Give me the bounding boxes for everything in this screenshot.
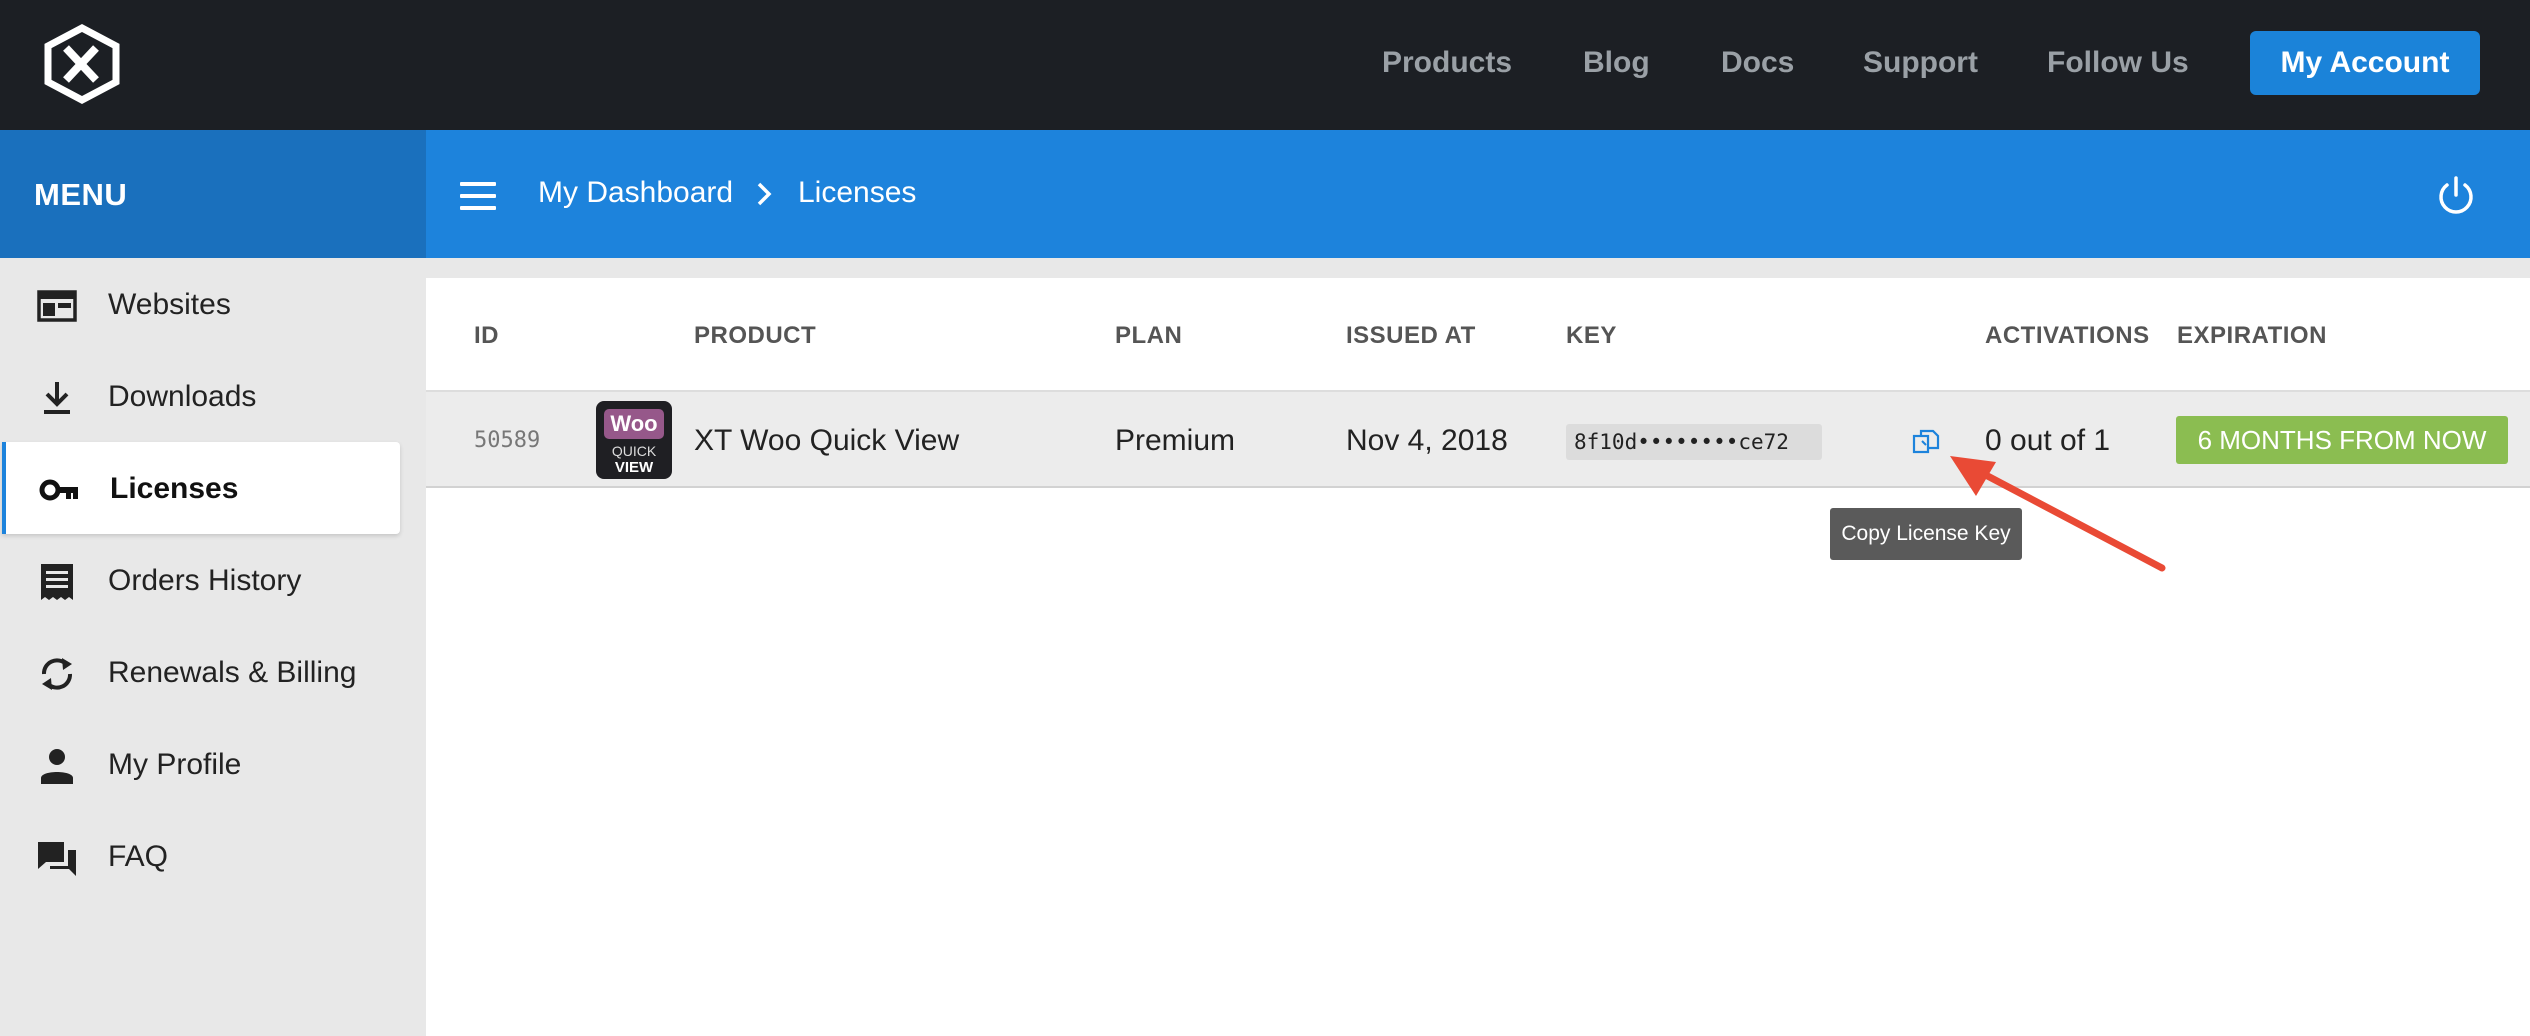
column-header-id[interactable]: ID	[474, 322, 499, 350]
column-header-issued-at[interactable]: ISSUED AT	[1346, 322, 1476, 350]
menu-header: MENU	[0, 130, 426, 258]
copy-icon[interactable]	[1912, 428, 1940, 456]
product-name: XT Woo Quick View	[694, 424, 960, 457]
sidebar-item-label: Renewals & Billing	[108, 656, 357, 689]
person-icon	[41, 749, 73, 784]
sidebar-item-orders-history[interactable]: Orders History	[0, 534, 400, 626]
chat-bubbles-icon	[38, 842, 76, 876]
license-id: 50589	[474, 428, 541, 453]
sidebar-item-renewals-billing[interactable]: Renewals & Billing	[0, 626, 400, 718]
breadcrumb-current: Licenses	[798, 176, 917, 209]
sidebar-item-label: FAQ	[108, 840, 169, 873]
hamburger-menu-icon[interactable]	[460, 182, 496, 210]
column-header-product[interactable]: PRODUCT	[694, 322, 816, 350]
product-logo-view: VIEW	[614, 459, 654, 476]
my-account-button[interactable]: My Account	[2250, 31, 2480, 95]
issued-date: Nov 4, 2018	[1346, 424, 1508, 457]
product-logo-quick: QUICK	[611, 443, 657, 459]
nav-follow-us-link[interactable]: Follow Us	[2047, 46, 2189, 80]
nav-docs-link[interactable]: Docs	[1721, 46, 1794, 80]
top-navbar: Products Blog Docs Support Follow Us My …	[0, 0, 2530, 130]
red-annotation-arrow-icon	[1950, 456, 2166, 572]
sidebar-item-label: My Profile	[108, 748, 242, 781]
nav-blog-link[interactable]: Blog	[1583, 46, 1650, 80]
power-logout-icon[interactable]	[2434, 174, 2478, 218]
product-logo-woo: Woo	[604, 409, 664, 439]
sidebar-item-label: Websites	[108, 288, 231, 321]
sidebar-item-label: Licenses	[110, 472, 239, 505]
receipt-icon	[41, 564, 73, 600]
column-header-plan[interactable]: PLAN	[1115, 322, 1182, 350]
sidebar-item-faq[interactable]: FAQ	[0, 810, 400, 902]
column-header-activations[interactable]: ACTIVATIONS	[1985, 322, 2150, 350]
nav-support-link[interactable]: Support	[1863, 46, 1978, 80]
plan-name: Premium	[1115, 424, 1236, 457]
sidebar-item-my-profile[interactable]: My Profile	[0, 718, 400, 810]
activations-count: 0 out of 1	[1985, 424, 2111, 457]
chevron-right-icon	[757, 182, 772, 206]
browser-window-icon	[37, 290, 77, 322]
breadcrumb-dashboard-link[interactable]: My Dashboard	[538, 176, 733, 210]
column-header-expiration[interactable]: EXPIRATION	[2177, 322, 2327, 350]
sidebar-item-websites[interactable]: Websites	[0, 258, 400, 350]
sidebar-item-licenses[interactable]: Licenses	[2, 442, 400, 534]
content-gap	[426, 258, 2530, 278]
breadcrumb-bar	[426, 130, 2530, 258]
nav-products-link[interactable]: Products	[1382, 46, 1512, 80]
xt-logo-icon[interactable]	[40, 24, 124, 104]
sidebar-item-downloads[interactable]: Downloads	[0, 350, 400, 442]
key-icon	[39, 479, 78, 501]
sidebar-item-label: Downloads	[108, 380, 257, 413]
expiration-badge: 6 MONTHS FROM NOW	[2176, 416, 2508, 464]
column-header-key[interactable]: KEY	[1566, 322, 1617, 350]
sidebar: Websites Downloads Licenses Orders Histo…	[0, 258, 426, 1036]
product-logo: Woo QUICK VIEW	[596, 401, 672, 479]
license-key[interactable]: 8f10d••••••••ce72	[1566, 424, 1822, 460]
download-icon	[44, 382, 70, 414]
sidebar-item-label: Orders History	[108, 564, 302, 597]
menu-title: MENU	[34, 177, 128, 212]
refresh-icon	[42, 658, 72, 690]
